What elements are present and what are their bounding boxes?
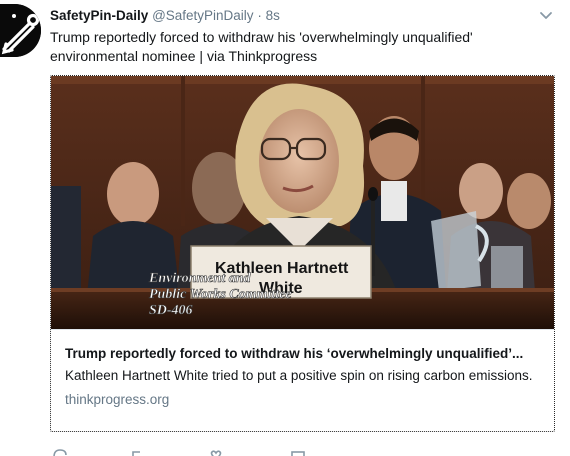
card-image[interactable]: Kathleen Hartnett White Environment and … bbox=[51, 76, 554, 329]
timestamp[interactable]: 8s bbox=[266, 8, 280, 23]
display-name[interactable]: SafetyPin-Daily bbox=[50, 8, 148, 23]
card-description: Kathleen Hartnett White tried to put a p… bbox=[65, 368, 533, 383]
caption-line3: SD-406 bbox=[149, 303, 193, 318]
hearing-photo: Kathleen Hartnett White Environment and … bbox=[51, 76, 554, 329]
caption-line1: Environment and bbox=[148, 271, 252, 286]
envelope-icon[interactable] bbox=[290, 449, 306, 456]
user-handle[interactable]: @SafetyPinDaily bbox=[152, 8, 254, 23]
card-body[interactable]: Trump reportedly forced to withdraw his … bbox=[51, 329, 554, 431]
tweet-actions bbox=[50, 449, 350, 456]
caption-line2: Public Works Committee bbox=[149, 287, 292, 302]
tweet-header: SafetyPin-Daily @SafetyPinDaily · 8s bbox=[50, 7, 280, 24]
card-title[interactable]: Trump reportedly forced to withdraw his … bbox=[65, 345, 542, 362]
tweet-text: Trump reportedly forced to withdraw his … bbox=[50, 29, 473, 64]
retweet-icon[interactable] bbox=[130, 449, 146, 456]
heart-icon[interactable] bbox=[208, 449, 224, 456]
separator: · bbox=[257, 8, 262, 23]
card-domain[interactable]: thinkprogress.org bbox=[65, 391, 542, 408]
link-card[interactable]: Kathleen Hartnett White Environment and … bbox=[50, 75, 555, 432]
reply-icon[interactable] bbox=[52, 449, 68, 456]
chevron-down-icon[interactable] bbox=[539, 11, 553, 21]
tweet[interactable]: SafetyPin-Daily @SafetyPinDaily · 8s Tru… bbox=[0, 0, 570, 456]
avatar[interactable] bbox=[0, 4, 41, 57]
safety-pin-logo-icon bbox=[0, 4, 41, 57]
